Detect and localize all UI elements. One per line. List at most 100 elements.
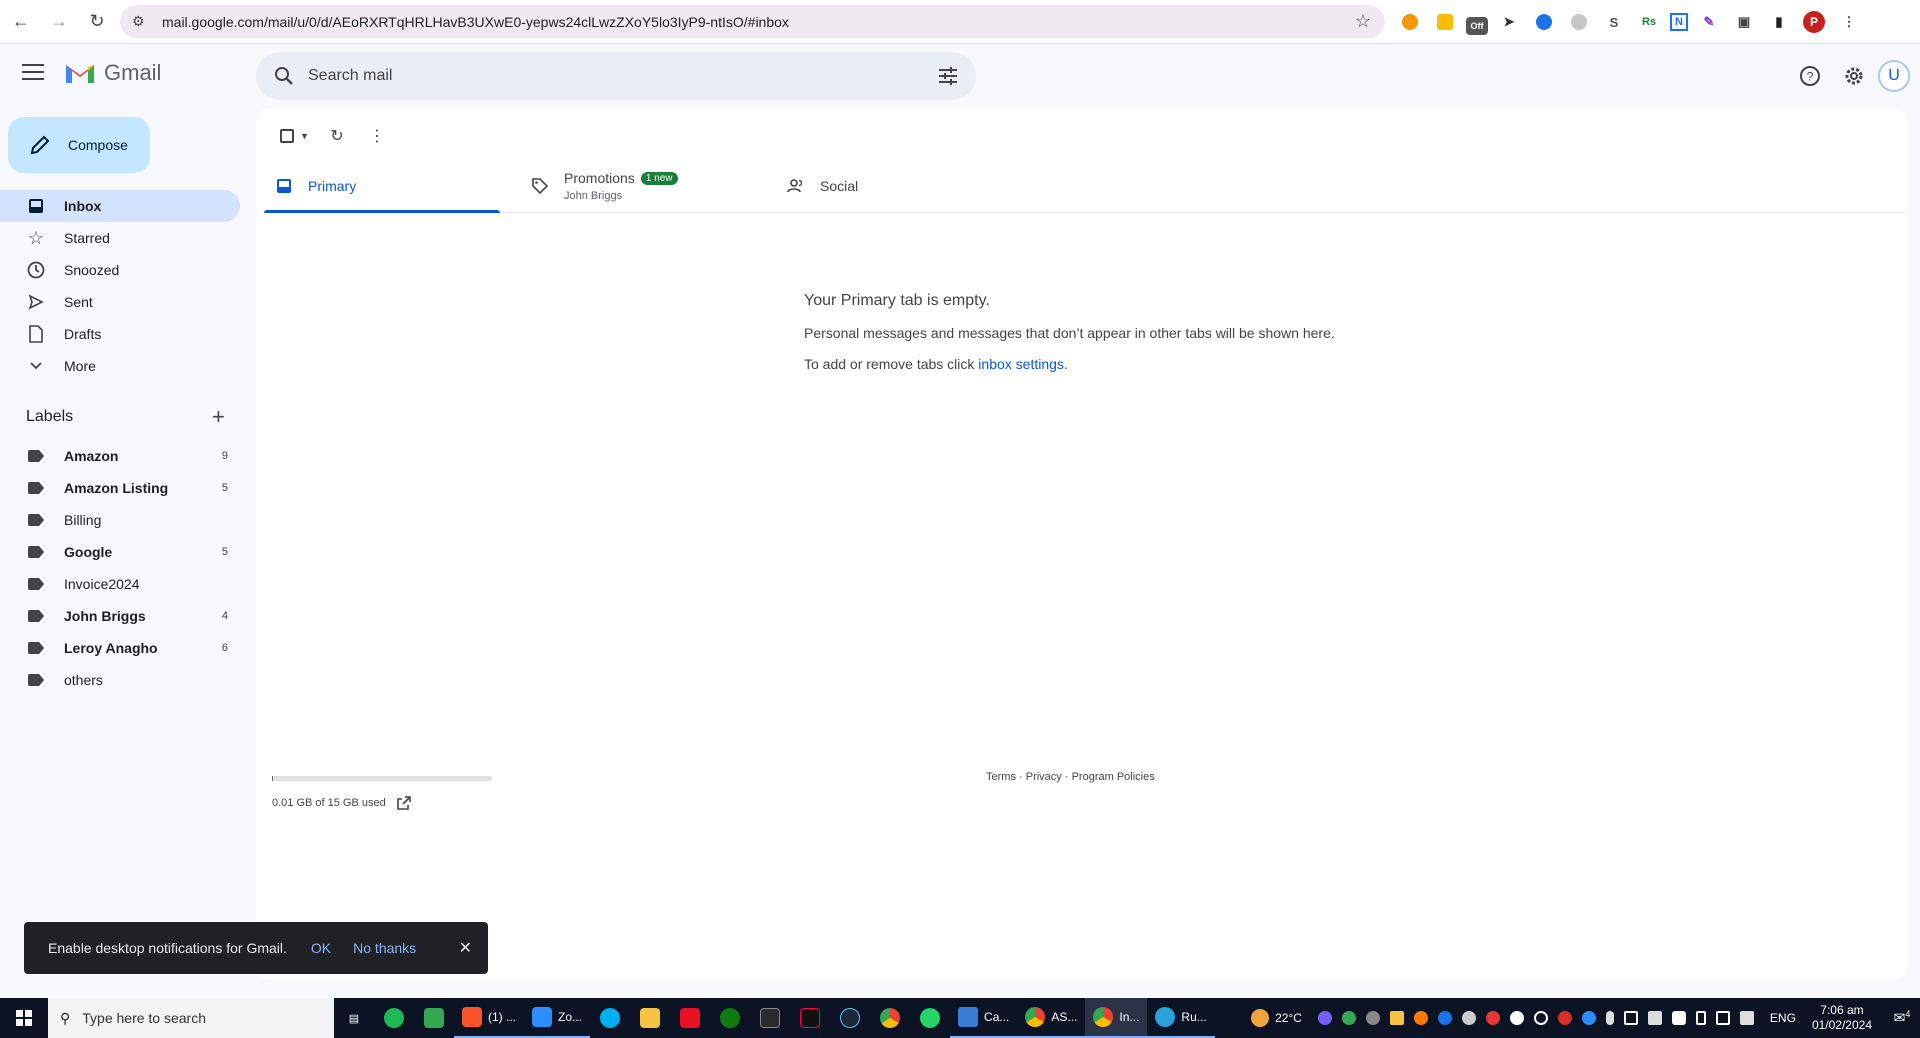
chrome-menu-icon[interactable]: ⋮	[1835, 8, 1863, 36]
tray-app-icon[interactable]	[1509, 1011, 1524, 1025]
site-settings-icon[interactable]: ⚙	[132, 13, 154, 30]
extension-icon[interactable]	[1565, 8, 1593, 36]
ok-button[interactable]: OK	[311, 940, 331, 956]
extension-off-icon[interactable]: Off	[1466, 17, 1488, 35]
tab-primary[interactable]: Primary	[264, 160, 500, 213]
windows-start-icon[interactable]	[0, 998, 48, 1038]
search-icon[interactable]	[272, 64, 296, 88]
label-item-leroy-anagho[interactable]: Leroy Anagho 6	[0, 632, 240, 664]
extension-icon[interactable]	[1431, 8, 1459, 36]
spotify-icon[interactable]	[374, 998, 414, 1038]
sidebar-item-drafts[interactable]: Drafts	[0, 318, 240, 350]
label-item-amazon[interactable]: Amazon 9	[0, 440, 240, 472]
no-thanks-button[interactable]: No thanks	[353, 940, 416, 956]
label-item-amazon-listing[interactable]: Amazon Listing 5	[0, 472, 240, 504]
settings-gear-icon[interactable]	[1834, 56, 1874, 96]
extension-icon[interactable]: N	[1670, 13, 1688, 31]
extension-icon[interactable]: Rs	[1635, 8, 1663, 36]
forward-icon[interactable]: →	[42, 5, 76, 39]
weather-widget[interactable]: 22°C	[1251, 1009, 1302, 1027]
microphone-icon[interactable]	[1605, 1011, 1614, 1025]
more-options-icon[interactable]: ⋮	[357, 116, 397, 156]
steam-icon[interactable]	[830, 998, 870, 1038]
tray-app-icon[interactable]	[1485, 1011, 1500, 1025]
battery-icon[interactable]	[1695, 1011, 1706, 1025]
chat-app-icon[interactable]	[414, 998, 454, 1038]
taskbar-clock[interactable]: 7:06 am 01/02/2024	[1812, 1003, 1872, 1033]
inbox-settings-link[interactable]: inbox settings	[978, 356, 1064, 372]
sidebar-item-starred[interactable]: ☆ Starred	[0, 222, 240, 254]
extension-icon[interactable]	[1530, 8, 1558, 36]
support-icon[interactable]: ?	[1790, 56, 1830, 96]
epic-games-icon[interactable]	[750, 998, 790, 1038]
skype-icon[interactable]	[590, 998, 630, 1038]
add-label-icon[interactable]: +	[212, 404, 225, 430]
search-bar[interactable]: Search mail	[256, 52, 976, 100]
reload-icon[interactable]: ↻	[80, 5, 114, 39]
side-panel-icon[interactable]: ▮	[1765, 8, 1793, 36]
tray-app-icon[interactable]	[1715, 1011, 1730, 1025]
tray-viber-icon[interactable]	[1317, 1011, 1332, 1025]
terms-link[interactable]: Terms	[986, 771, 1016, 783]
sidebar-item-more[interactable]: More	[0, 350, 240, 382]
taskbar-app-chrome-inbox[interactable]: In...	[1085, 998, 1148, 1038]
label-item-others[interactable]: others	[0, 664, 240, 696]
volume-icon[interactable]	[1647, 1011, 1662, 1025]
xbox-icon[interactable]	[710, 998, 750, 1038]
program-policies-link[interactable]: Program Policies	[1072, 771, 1155, 783]
profile-avatar[interactable]: P	[1800, 8, 1828, 36]
whatsapp-icon[interactable]	[910, 998, 950, 1038]
select-options-chevron-icon[interactable]: ▼	[300, 131, 309, 141]
account-avatar[interactable]: U	[1878, 60, 1910, 92]
tray-app-icon[interactable]	[1437, 1011, 1452, 1025]
sidebar-item-snoozed[interactable]: Snoozed	[0, 254, 240, 286]
tab-social[interactable]: Social	[776, 160, 1012, 212]
file-explorer-icon[interactable]	[630, 998, 670, 1038]
taskbar-app-brave[interactable]: (1) ...	[454, 998, 525, 1038]
extension-icon[interactable]: ➤	[1495, 8, 1523, 36]
taskbar-app-chrome-as[interactable]: AS...	[1017, 998, 1086, 1038]
label-item-john-briggs[interactable]: John Briggs 4	[0, 600, 240, 632]
privacy-link[interactable]: Privacy	[1026, 771, 1062, 783]
main-menu-icon[interactable]	[22, 64, 44, 82]
extensions-puzzle-icon[interactable]: ▣	[1730, 8, 1758, 36]
refresh-icon[interactable]: ↻	[317, 116, 357, 156]
tray-zoom-icon[interactable]	[1581, 1011, 1596, 1025]
tray-app-icon[interactable]	[1341, 1011, 1356, 1025]
tray-app-icon[interactable]	[1365, 1011, 1380, 1025]
task-view-icon[interactable]: ▤	[334, 998, 374, 1038]
tiktok-icon[interactable]	[790, 998, 830, 1038]
extension-icon[interactable]	[1396, 8, 1424, 36]
tray-app-icon[interactable]	[1739, 1011, 1754, 1025]
label-item-google[interactable]: Google 5	[0, 536, 240, 568]
sidebar-item-sent[interactable]: Sent	[0, 286, 240, 318]
external-link-icon[interactable]	[396, 795, 412, 811]
tray-app-icon[interactable]	[1461, 1011, 1476, 1025]
network-icon[interactable]	[1623, 1011, 1638, 1025]
taskbar-app-zoom[interactable]: Zo...	[524, 998, 591, 1038]
tray-app-icon[interactable]	[1533, 1011, 1548, 1025]
tray-app-icon[interactable]	[1389, 1011, 1404, 1025]
taskbar-search[interactable]: ⚲ Type here to search	[48, 998, 334, 1038]
tray-app-icon[interactable]	[1557, 1011, 1572, 1025]
tray-app-icon[interactable]	[1413, 1011, 1428, 1025]
search-options-icon[interactable]	[936, 64, 960, 88]
search-input[interactable]: Search mail	[308, 67, 392, 85]
chrome-icon[interactable]	[870, 998, 910, 1038]
sidebar-item-inbox[interactable]: Inbox	[0, 190, 240, 222]
label-item-invoice2024[interactable]: Invoice2024	[0, 568, 240, 600]
select-all-checkbox[interactable]	[280, 129, 294, 143]
url-text[interactable]: mail.google.com/mail/u/0/d/AEoRXRTqHRLHa…	[162, 14, 789, 30]
compose-button[interactable]: Compose	[8, 117, 150, 173]
gmail-logo[interactable]: Gmail	[64, 60, 161, 86]
taskbar-app-telegram[interactable]: Ru...	[1147, 998, 1215, 1038]
close-icon[interactable]: ✕	[459, 938, 472, 958]
back-icon[interactable]: ←	[4, 5, 38, 39]
address-bar[interactable]: ⚙ mail.google.com/mail/u/0/d/AEoRXRTqHRL…	[120, 5, 1385, 38]
extension-icon[interactable]: S	[1600, 8, 1628, 36]
taskbar-app-calculator[interactable]: Ca...	[950, 998, 1018, 1038]
label-item-billing[interactable]: Billing	[0, 504, 240, 536]
taskbar-search-input[interactable]: Type here to search	[82, 1010, 206, 1026]
office-app-icon[interactable]	[670, 998, 710, 1038]
tab-promotions[interactable]: Promotions 1 new John Briggs	[520, 160, 756, 212]
